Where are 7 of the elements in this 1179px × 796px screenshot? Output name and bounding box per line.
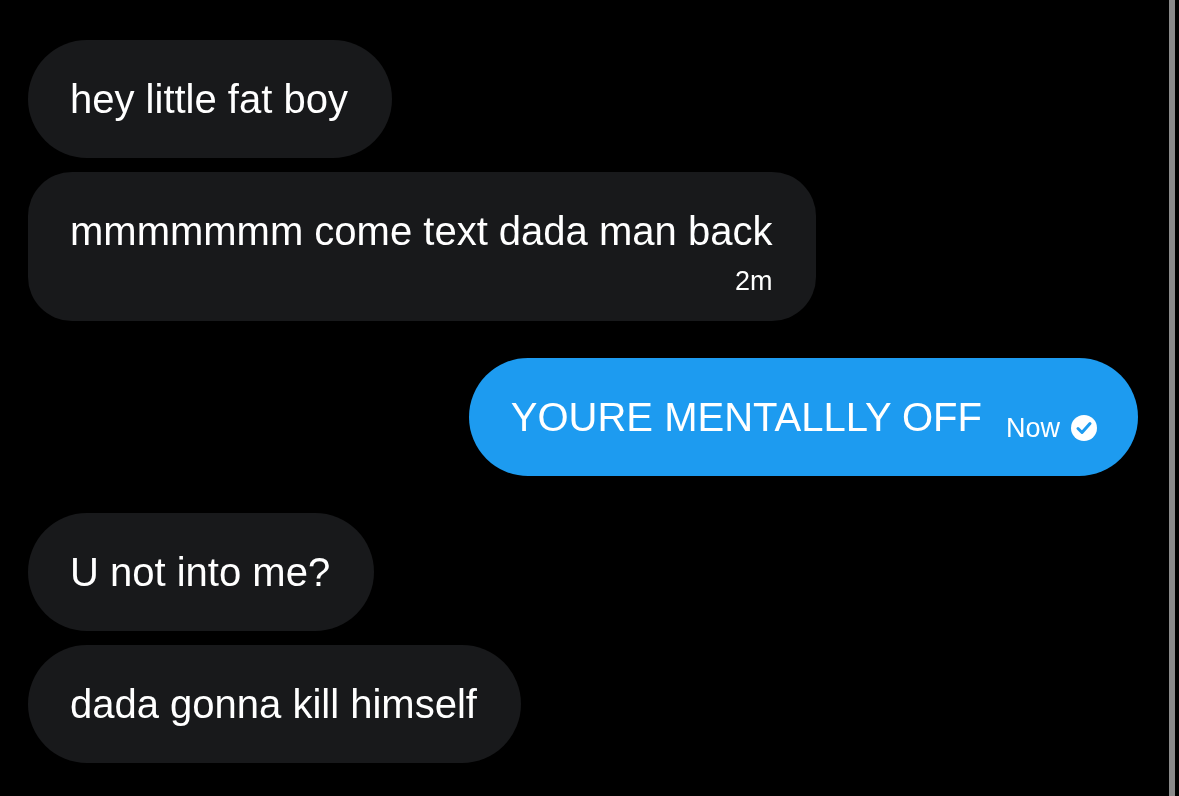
timestamp: Now — [1006, 412, 1060, 444]
timestamp: 2m — [734, 265, 773, 297]
message-text: YOURE MENTALLLY OFF — [510, 394, 982, 441]
message-text: hey little fat boy — [70, 76, 348, 123]
message-text: mmmmmmm come text dada man back — [70, 208, 773, 255]
message-text: dada gonna kill himself — [70, 681, 477, 728]
message-text: U not into me? — [70, 549, 331, 596]
